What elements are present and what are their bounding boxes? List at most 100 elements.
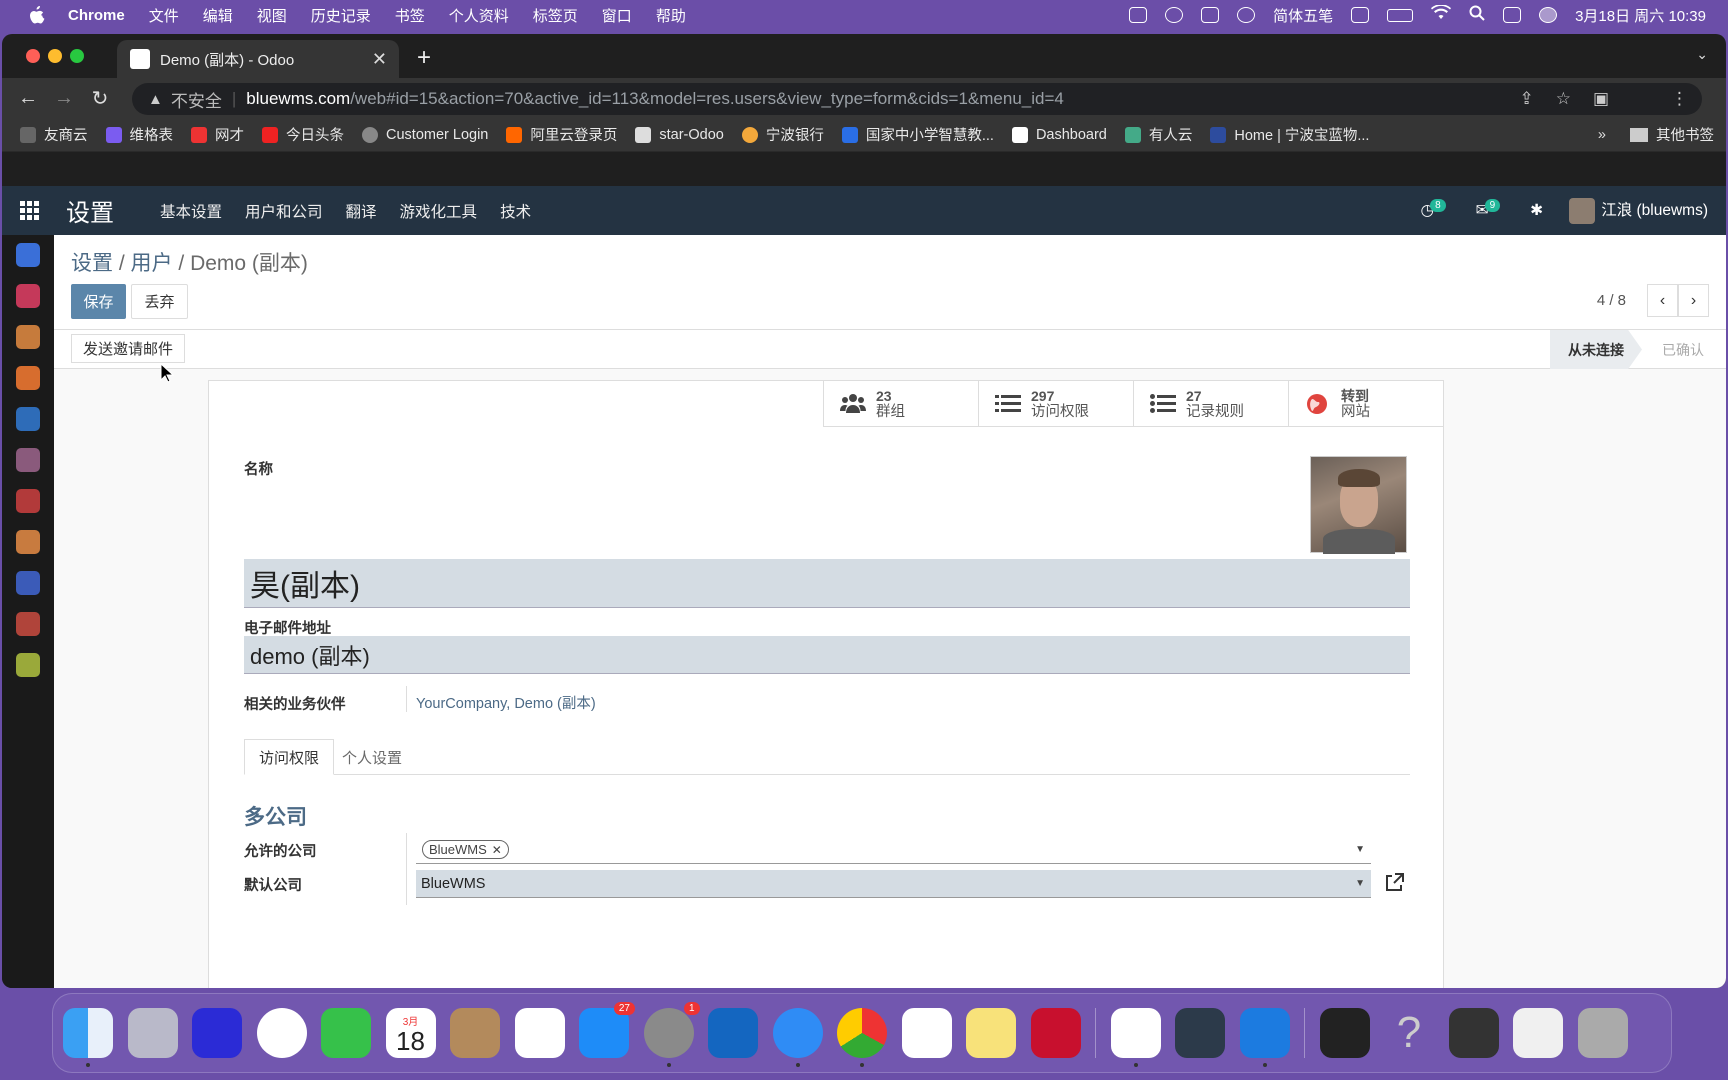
wifi-icon[interactable] [1431, 4, 1452, 25]
menu-profiles[interactable]: 个人资料 [449, 5, 509, 26]
window-zoom-button[interactable] [70, 49, 84, 63]
tab-close-icon[interactable]: ✕ [372, 49, 387, 70]
send-invitation-button[interactable]: 发送邀请邮件 [71, 334, 186, 363]
calendar-icon[interactable]: 3月 18 [385, 1008, 436, 1058]
related-partner-link[interactable]: YourCompany, Demo (副本) [416, 692, 596, 713]
bookmark-item[interactable]: 有人云 [1124, 124, 1192, 145]
back-arrow-icon[interactable]: ← [10, 87, 46, 110]
recent-window-icon[interactable] [1448, 1008, 1499, 1058]
notes-icon[interactable] [966, 1008, 1016, 1058]
record-rules-smart-button[interactable]: 27 记录规则 [1133, 381, 1288, 427]
sidebar-people-icon[interactable] [16, 612, 40, 636]
reminders-icon[interactable] [514, 1008, 565, 1058]
outlook-icon[interactable] [708, 1008, 758, 1058]
address-bar[interactable]: ▲ 不安全 | bluewms.com /web#id=15&action=70… [132, 83, 1702, 115]
share-icon[interactable]: ⇪ [1519, 89, 1533, 109]
control-center-icon[interactable] [1503, 7, 1522, 23]
warning-triangle-icon[interactable]: ▲ [148, 91, 163, 108]
odoo-app-title[interactable]: 设置 [66, 193, 114, 228]
trash-icon[interactable] [1577, 1008, 1628, 1058]
bookmark-item[interactable]: 维格表 [105, 124, 173, 145]
bookmark-item[interactable]: Home | 宁波宝蓝物... [1210, 124, 1369, 145]
sidebar-fleet-icon[interactable] [16, 571, 40, 595]
reload-icon[interactable]: ↻ [82, 86, 118, 111]
sidebar-discuss-icon[interactable] [16, 284, 40, 308]
sidebar-chart-icon[interactable] [16, 325, 40, 349]
sidebar-app-icon[interactable] [16, 243, 40, 267]
menubar-datetime[interactable]: 3月18日 周六 10:39 [1575, 5, 1706, 26]
bookmark-item[interactable]: 友商云 [20, 124, 88, 145]
launchpad-icon[interactable] [127, 1008, 178, 1058]
browser-tab-active[interactable]: Demo (副本) - Odoo ✕ [117, 40, 399, 78]
name-input[interactable]: 昊(副本) [244, 559, 1410, 608]
safari-icon[interactable] [772, 1008, 823, 1067]
messages-chat-icon[interactable]: ✉9 [1476, 199, 1505, 220]
user-menu[interactable]: 江浪 (bluewms) [1569, 197, 1708, 224]
browser-menu-icon[interactable]: ⋮ [1671, 89, 1688, 109]
pager-value[interactable]: 4 / 8 [1597, 292, 1626, 309]
menu-window[interactable]: 窗口 [602, 5, 632, 26]
breadcrumb-users[interactable]: 用户 [131, 252, 173, 275]
menu-technical[interactable]: 技术 [500, 200, 531, 222]
go-to-website-smart-button[interactable]: 转到 网站 [1288, 381, 1443, 427]
bookmark-item[interactable]: Customer Login [362, 126, 488, 143]
menu-tabs[interactable]: 标签页 [533, 5, 578, 26]
menu-view[interactable]: 视图 [257, 5, 287, 26]
photo-status-icon[interactable] [1351, 7, 1370, 23]
breadcrumb-settings[interactable]: 设置 [71, 252, 113, 275]
save-button[interactable]: 保存 [71, 284, 126, 319]
pager-previous-icon[interactable]: ‹ [1647, 284, 1678, 317]
window-close-button[interactable] [26, 49, 40, 63]
menu-history[interactable]: 历史记录 [311, 5, 371, 26]
tab-access-rights[interactable]: 访问权限 [244, 739, 335, 775]
debug-bug-icon[interactable]: ✱ [1530, 201, 1543, 220]
allowed-companies-input[interactable]: BlueWMS ✕ ▼ [416, 836, 1371, 864]
tab-search-chevron-icon[interactable]: ⌄ [1696, 46, 1708, 63]
user-photo[interactable] [1310, 456, 1407, 554]
pager-next-icon[interactable]: › [1678, 284, 1709, 317]
finder-icon[interactable] [63, 1008, 113, 1067]
bookmark-item[interactable]: star-Odoo [635, 126, 724, 143]
app-store-icon[interactable]: 27 [579, 1002, 635, 1058]
bookmark-item[interactable]: 阿里云登录页 [506, 124, 617, 145]
bookmark-item[interactable]: 今日头条 [262, 124, 344, 145]
menu-bookmarks[interactable]: 书签 [395, 5, 425, 26]
forward-arrow-icon[interactable]: → [46, 87, 82, 110]
tab-preferences[interactable]: 个人设置 [328, 739, 416, 775]
siri-icon[interactable] [1539, 7, 1558, 23]
contacts-icon[interactable] [450, 1008, 500, 1058]
user-status-icon[interactable] [1237, 7, 1256, 23]
side-panel-icon[interactable]: ▣ [1593, 89, 1609, 109]
menu-gamification[interactable]: 游戏化工具 [400, 200, 478, 222]
recent-window-icon[interactable] [1319, 1008, 1370, 1058]
sidebar-inventory-icon[interactable] [16, 489, 40, 513]
chrome-icon[interactable] [837, 1008, 887, 1067]
state-confirmed[interactable]: 已确认 [1662, 330, 1704, 369]
sidebar-settings-gear-icon[interactable] [16, 653, 40, 677]
todo-icon[interactable] [901, 1008, 952, 1058]
wps-status-icon[interactable] [1129, 7, 1148, 23]
sidebar-card-icon[interactable] [16, 407, 40, 431]
sidebar-website-icon[interactable] [16, 366, 40, 390]
photos-icon[interactable] [256, 1008, 307, 1058]
bookmark-item[interactable]: Dashboard [1011, 126, 1107, 143]
shortcuts-icon[interactable] [192, 1008, 242, 1058]
other-bookmarks-folder[interactable]: 其他书签 [1630, 124, 1714, 145]
apps-grid-icon[interactable] [20, 200, 40, 221]
wechat-status-icon[interactable] [1165, 7, 1184, 23]
bookmark-item[interactable]: 宁波银行 [741, 124, 824, 145]
menu-help[interactable]: 帮助 [656, 5, 686, 26]
menu-users-companies[interactable]: 用户和公司 [245, 200, 323, 222]
menu-translations[interactable]: 翻译 [346, 200, 377, 222]
system-settings-icon[interactable]: 1 [643, 1002, 700, 1067]
security-label[interactable]: 不安全 [171, 87, 222, 112]
spotlight-search-icon[interactable] [1469, 5, 1485, 25]
autocad-icon[interactable] [1030, 1008, 1081, 1058]
facetime-icon[interactable] [321, 1008, 371, 1058]
email-input[interactable]: demo (副本) [244, 636, 1410, 674]
input-method-label[interactable]: 简体五笔 [1273, 5, 1333, 26]
menu-file[interactable]: 文件 [149, 5, 179, 26]
access-rights-smart-button[interactable]: 297 访问权限 [978, 381, 1133, 427]
window-minimize-button[interactable] [48, 49, 62, 63]
apple-menu-icon[interactable] [26, 6, 48, 24]
